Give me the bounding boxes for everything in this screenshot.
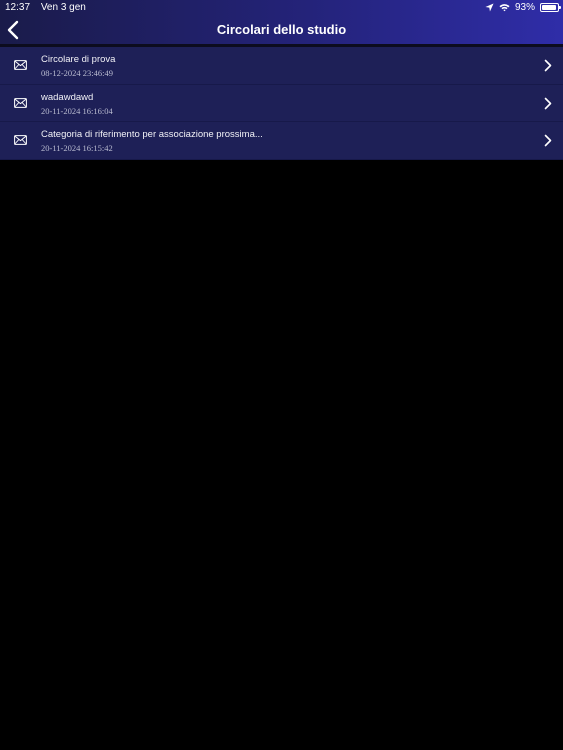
status-left: 12:37 Ven 3 gen [5, 0, 94, 15]
battery-icon [540, 3, 561, 12]
chevron-right-icon [544, 97, 552, 109]
status-right: 93% [480, 0, 561, 15]
header: 12:37 Ven 3 gen 93% Circolari dello stud… [0, 0, 563, 44]
page-title: Circolari dello studio [216, 22, 347, 37]
list-item-title: wadawdawd [41, 91, 94, 103]
location-arrow-icon [485, 3, 494, 12]
battery-percent: 93% [514, 2, 535, 13]
status-bar: 12:37 Ven 3 gen 93% [0, 0, 563, 15]
envelope-icon [14, 97, 27, 108]
list-item-date: 20-11-2024 16:15:42 [41, 143, 113, 153]
list-item[interactable]: Categoria di riferimento per associazion… [0, 122, 563, 160]
chevron-right-icon [544, 134, 552, 147]
chevron-right-icon [544, 59, 552, 72]
battery-fill [542, 5, 556, 10]
list-item-title: Circolare di prova [41, 54, 116, 65]
status-date: Ven 3 gen [40, 2, 86, 13]
status-time: 12:37 [5, 2, 31, 13]
navigation-bar: Circolari dello studio [0, 15, 563, 44]
list-item[interactable]: Circolare di prova 08-12-2024 23:46:49 [0, 47, 563, 85]
list-item-date: 20-11-2024 16:16:04 [41, 105, 113, 116]
circular-list: Circolare di prova 08-12-2024 23:46:49 w… [0, 47, 563, 160]
wifi-icon [499, 4, 510, 12]
list-item-title: Categoria di riferimento per associazion… [41, 129, 263, 140]
list-item-date: 08-12-2024 23:46:49 [41, 68, 114, 78]
envelope-icon [14, 60, 27, 70]
list-item[interactable]: wadawdawd 20-11-2024 16:16:04 [0, 84, 563, 122]
envelope-icon [14, 135, 27, 145]
